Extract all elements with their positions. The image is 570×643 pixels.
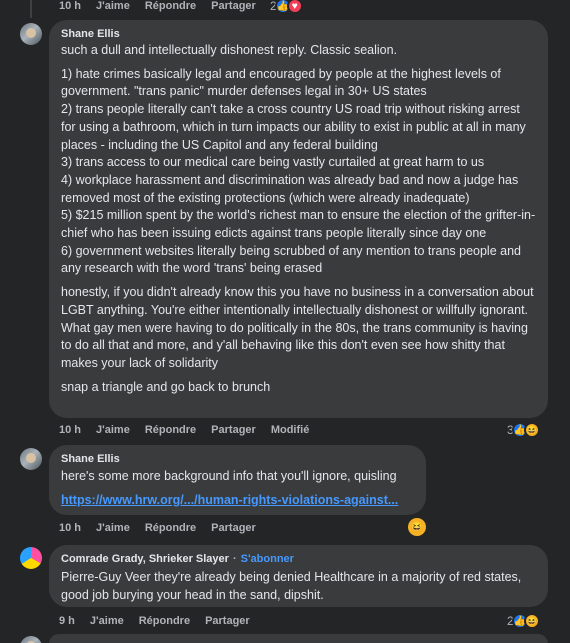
comment-author[interactable]: Comrade Grady, Shrieker Slayer — [61, 553, 229, 566]
comment-text: 1) hate crimes basically legal and encou… — [61, 66, 536, 276]
reply-button[interactable]: Répondre — [145, 424, 196, 436]
comment-link[interactable]: https://www.hrw.org/.../human-rights-vio… — [61, 492, 414, 509]
like-button[interactable]: J'aime — [96, 424, 130, 436]
comment-author[interactable]: Shane Ellis — [61, 453, 414, 466]
like-button[interactable]: J'aime — [90, 615, 124, 627]
comment-actions: 9 h J'aime Répondre Partager — [59, 613, 265, 629]
reply-button[interactable]: Répondre — [139, 615, 190, 627]
separator-dot: · — [232, 553, 237, 565]
comment-text: such a dull and intellectually dishonest… — [61, 43, 398, 57]
reply-button[interactable]: Répondre — [145, 0, 196, 12]
comment-author[interactable]: Shane Ellis — [61, 28, 536, 41]
avatar[interactable] — [20, 636, 42, 643]
comment-text: honestly, if you didn't already know thi… — [61, 285, 534, 370]
timestamp[interactable]: 9 h — [59, 615, 75, 627]
reactions-top[interactable]: 2 👍 ♥ — [270, 0, 303, 15]
comment-bubble: Shane Ellis here's some more background … — [49, 445, 426, 515]
reactions[interactable]: 3 👍 😆 — [507, 421, 540, 439]
timestamp[interactable]: 10 h — [59, 522, 81, 534]
comment-actions: 10 h J'aime Répondre Partager — [59, 520, 271, 536]
reply-button[interactable]: Répondre — [145, 522, 196, 534]
like-button[interactable]: J'aime — [96, 0, 130, 12]
comment-bubble: Comrade Grady, Shrieker Slayer · S'abonn… — [49, 545, 548, 607]
comment-actions: 10 h J'aime Répondre Partager Modifié — [59, 422, 324, 438]
comment-text: Pierre-Guy Veer they're already being de… — [61, 570, 522, 602]
comment-bubble: Shane Ellis such a dull and intellectual… — [49, 20, 548, 418]
avatar[interactable] — [20, 547, 42, 569]
haha-reaction-icon[interactable]: 😆 — [408, 518, 426, 536]
share-button[interactable]: Partager — [211, 522, 256, 534]
haha-reaction-icon: 😆 — [523, 422, 540, 438]
timestamp[interactable]: 10 h — [59, 0, 81, 12]
share-button[interactable]: Partager — [205, 615, 250, 627]
follow-button[interactable]: S'abonner — [241, 553, 294, 566]
edited-label[interactable]: Modifié — [271, 424, 310, 436]
comment-text: snap a triangle and go back to brunch — [61, 379, 271, 394]
avatar[interactable] — [20, 23, 42, 45]
timestamp[interactable]: 10 h — [59, 424, 81, 436]
like-button[interactable]: J'aime — [96, 522, 130, 534]
love-reaction-icon: ♥ — [286, 0, 303, 14]
comment-actions-top: 10 h J'aime Répondre Partager — [59, 0, 271, 14]
comment-author-row: Comrade Grady, Shrieker Slayer · S'abonn… — [61, 553, 536, 566]
share-button[interactable]: Partager — [211, 424, 256, 436]
comment-bubble — [49, 634, 548, 643]
comment-text: here's some more background info that yo… — [61, 469, 397, 483]
avatar[interactable] — [20, 448, 42, 470]
reactions[interactable]: 2 👍 😆 — [507, 612, 540, 630]
thread-line — [30, 0, 32, 18]
haha-reaction-icon: 😆 — [523, 613, 540, 629]
share-button[interactable]: Partager — [211, 0, 256, 12]
